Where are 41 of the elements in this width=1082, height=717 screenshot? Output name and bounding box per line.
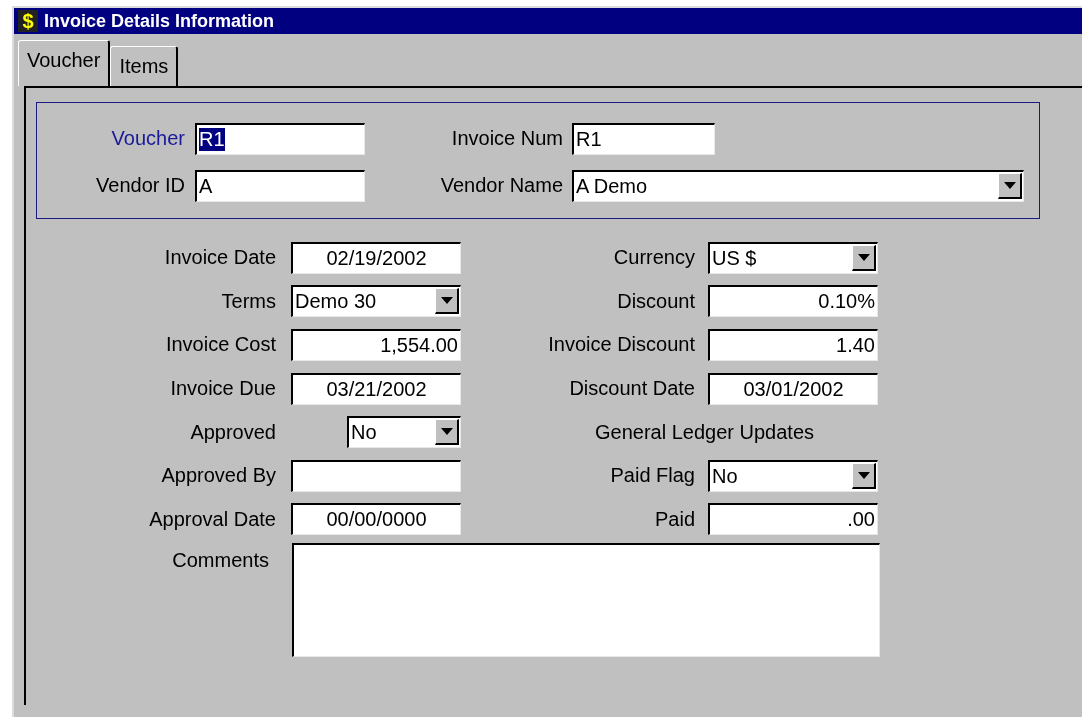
field-label: Approved bbox=[189, 420, 276, 444]
field-label: Comments bbox=[171, 548, 269, 573]
field-label: Paid bbox=[653, 507, 695, 531]
dropdown[interactable]: Demo 30 bbox=[291, 285, 461, 318]
dropdown[interactable]: No bbox=[347, 416, 461, 449]
field-label: Currency bbox=[612, 246, 695, 270]
field-label: Discount Date bbox=[568, 377, 695, 401]
input-field[interactable]: 0.10% bbox=[708, 285, 878, 318]
field-label: Invoice Date bbox=[163, 246, 276, 270]
input-field[interactable]: 00/00/0000 bbox=[291, 503, 461, 536]
input-field[interactable] bbox=[291, 459, 461, 492]
tab[interactable]: Voucher bbox=[18, 40, 111, 86]
field-label: Paid Flag bbox=[609, 464, 695, 488]
dropdown[interactable]: US $ bbox=[708, 241, 878, 274]
field-label: Invoice Num bbox=[450, 127, 563, 150]
input-field[interactable]: .00 bbox=[708, 503, 878, 536]
field-label: Vendor ID bbox=[95, 174, 185, 197]
dollar-icon: $ bbox=[18, 10, 38, 32]
field-label: Vendor Name bbox=[439, 174, 563, 197]
window-title: Invoice Details Information bbox=[44, 10, 275, 32]
input-field[interactable]: 03/21/2002 bbox=[291, 372, 461, 405]
input-field[interactable]: R1 bbox=[195, 122, 365, 155]
dropdown[interactable]: A Demo bbox=[572, 169, 1024, 202]
input-field[interactable]: A bbox=[195, 169, 365, 202]
tab[interactable]: Items bbox=[110, 46, 179, 86]
field-label: Discount bbox=[616, 289, 695, 313]
field-label: Approved By bbox=[160, 464, 276, 488]
field-label: Invoice Cost bbox=[164, 333, 276, 357]
dropdown[interactable]: No bbox=[708, 459, 878, 492]
comments-field[interactable] bbox=[292, 543, 880, 658]
input-field[interactable]: 1.40 bbox=[708, 329, 878, 361]
input-field[interactable]: 1,554.00 bbox=[291, 329, 461, 361]
section-heading: General Ledger Updates bbox=[595, 420, 815, 444]
field-label: Terms bbox=[220, 289, 276, 313]
field-label: Invoice Discount bbox=[547, 333, 695, 357]
input-field[interactable]: R1 bbox=[572, 122, 715, 155]
field-label: Invoice Due bbox=[169, 377, 276, 401]
input-field[interactable]: 02/19/2002 bbox=[291, 241, 461, 274]
field-label: Voucher bbox=[110, 127, 185, 150]
input-field[interactable]: 03/01/2002 bbox=[708, 372, 878, 405]
field-label: Approval Date bbox=[148, 507, 276, 531]
